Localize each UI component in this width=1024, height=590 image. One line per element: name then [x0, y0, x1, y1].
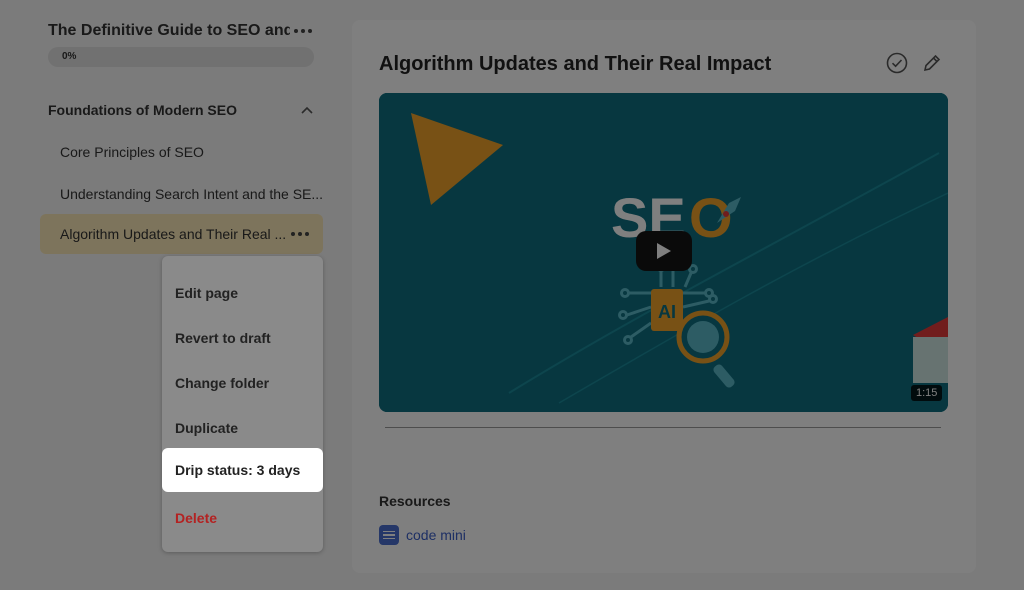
- menu-item-change-folder[interactable]: Change folder: [175, 375, 269, 391]
- context-menu-panel: Edit page Revert to draft Change folder …: [162, 256, 323, 552]
- menu-item-drip-status-label: Drip status: 3 days: [175, 462, 301, 478]
- menu-item-revert-to-draft[interactable]: Revert to draft: [175, 330, 271, 346]
- menu-item-delete[interactable]: Delete: [175, 510, 217, 526]
- modal-overlay[interactable]: [0, 0, 1024, 590]
- menu-item-edit-page[interactable]: Edit page: [175, 285, 238, 301]
- menu-item-drip-status[interactable]: Drip status: 3 days: [162, 448, 323, 492]
- lesson-context-menu: Edit page Revert to draft Change folder …: [162, 256, 323, 552]
- menu-item-duplicate[interactable]: Duplicate: [175, 420, 238, 436]
